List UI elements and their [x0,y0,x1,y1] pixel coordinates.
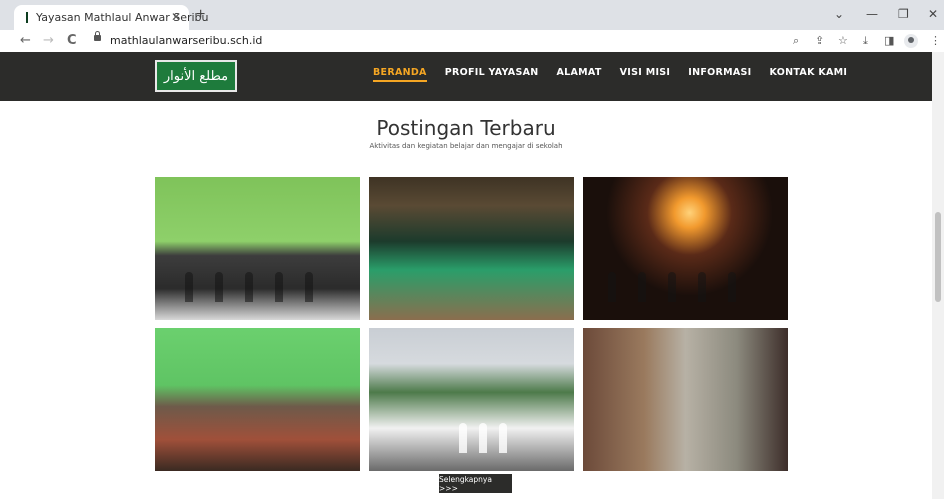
profile-avatar-icon[interactable] [904,34,918,48]
download-icon[interactable]: ⤓ [863,34,868,48]
nav-profil-yayasan[interactable]: PROFIL YAYASAN [445,67,539,82]
tab-search-icon[interactable]: ⌄ [834,7,844,21]
back-icon[interactable]: ← [20,33,31,48]
post-photo-5[interactable] [369,328,574,471]
nav-kontak-kami[interactable]: KONTAK KAMI [770,67,848,82]
main-nav: BERANDA PROFIL YAYASAN ALAMAT VISI MISI … [373,67,847,82]
post-photo-6[interactable] [583,328,788,471]
photo-figure [215,272,223,302]
post-photo-4[interactable] [155,328,360,471]
site-logo[interactable]: مطلع الأنوار [155,60,237,92]
photo-figure [479,423,487,453]
post-photo-1[interactable] [155,177,360,320]
nav-alamat[interactable]: ALAMAT [557,67,602,82]
page-scrollbar[interactable] [932,52,944,499]
share-icon[interactable]: ⇪ [815,34,824,47]
reload-icon[interactable]: C [67,33,77,48]
photo-figure [459,423,467,453]
scroll-thumb[interactable] [935,212,941,302]
browser-tab-bar: Yayasan Mathlaul Anwar Seribu ✕ + ⌄ — ❐ … [0,0,944,30]
photo-figure [668,272,676,302]
nav-informasi[interactable]: INFORMASI [688,67,751,82]
new-tab-icon[interactable]: + [196,6,205,24]
site-favicon-icon [26,12,28,23]
bookmark-star-icon[interactable]: ☆ [838,34,848,47]
see-more-button[interactable]: Selengkapnya >>> [439,474,512,493]
photo-figure [305,272,313,302]
minimize-icon[interactable]: — [866,7,878,21]
photo-figure [185,272,193,302]
photo-figure [245,272,253,302]
restore-icon[interactable]: ❐ [898,7,909,21]
post-photo-3[interactable] [583,177,788,320]
photo-figure [638,272,646,302]
close-window-icon[interactable]: ✕ [928,7,938,21]
section-title: Postingan Terbaru [376,116,556,140]
zoom-icon[interactable]: ⌕ [793,34,799,48]
site-header: مطلع الأنوار BERANDA PROFIL YAYASAN ALAM… [0,52,932,101]
logo-text: مطلع الأنوار [163,68,229,84]
photo-figure [275,272,283,302]
tab-close-icon[interactable]: ✕ [171,10,181,24]
nav-visi-misi[interactable]: VISI MISI [620,67,671,82]
browser-toolbar: ← → C mathlaulanwarseribu.sch.id ⌕ ⇪ ☆ ⤓… [0,30,944,52]
forward-icon[interactable]: → [43,33,54,48]
side-panel-icon[interactable]: ◨ [884,34,894,47]
nav-beranda[interactable]: BERANDA [373,67,427,82]
photo-figure [698,272,706,302]
lock-icon[interactable] [94,31,101,41]
section-subtitle: Aktivitas dan kegiatan belajar dan menga… [369,142,563,150]
address-bar[interactable]: mathlaulanwarseribu.sch.id [110,34,262,47]
photo-figure [728,272,736,302]
post-photo-2[interactable] [369,177,574,320]
photo-figure [499,423,507,453]
browser-menu-icon[interactable]: ⋮ [930,34,941,47]
tab-title: Yayasan Mathlaul Anwar Seribu [36,11,209,24]
photo-figure [608,272,616,302]
browser-tab[interactable]: Yayasan Mathlaul Anwar Seribu ✕ [14,5,209,30]
